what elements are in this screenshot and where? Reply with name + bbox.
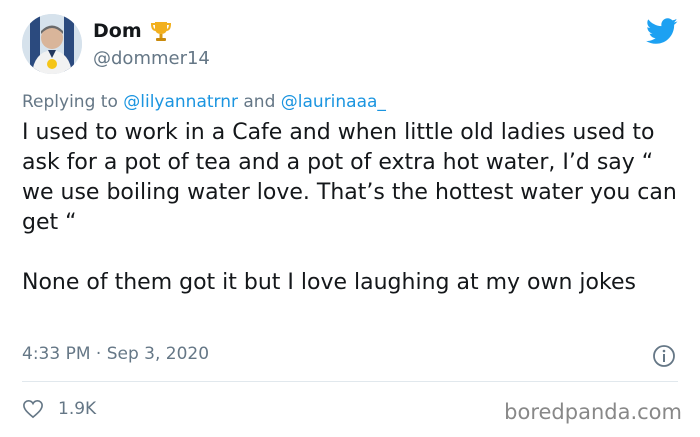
tweet-date: Sep 3, 2020	[106, 344, 210, 364]
author-name[interactable]: Dom	[93, 20, 142, 42]
avatar-image	[22, 14, 82, 74]
like-button[interactable]: 1.9K	[22, 399, 96, 419]
avatar[interactable]	[22, 14, 82, 74]
heart-icon	[23, 399, 43, 419]
meta-separator: ·	[95, 344, 102, 364]
replying-to: Replying to @lilyannatrnr and @laurinaaa…	[22, 92, 386, 112]
tweet-paragraph: I used to work in a Cafe and when little…	[22, 120, 677, 235]
watermark: boredpanda.com	[504, 400, 682, 424]
divider	[22, 381, 678, 382]
tweet-text: I used to work in a Cafe and when little…	[22, 118, 682, 298]
tweet-time: 4:33 PM	[22, 344, 91, 364]
reply-user-link-2[interactable]: @laurinaaa_	[281, 92, 386, 112]
replying-prefix: Replying to	[22, 92, 118, 112]
like-count: 1.9K	[58, 399, 97, 419]
info-icon[interactable]	[652, 344, 676, 368]
twitter-bird-icon[interactable]	[646, 18, 678, 45]
author-name-row: Dom	[93, 20, 172, 42]
replying-joiner: and	[243, 92, 276, 112]
tweet-timestamp[interactable]: 4:33 PM · Sep 3, 2020	[22, 344, 209, 364]
reply-user-link-1[interactable]: @lilyannatrnr	[123, 92, 238, 112]
tweet-paragraph: None of them got it but I love laughing …	[22, 270, 636, 295]
author-handle[interactable]: @dommer14	[93, 48, 210, 69]
trophy-icon	[150, 20, 172, 42]
